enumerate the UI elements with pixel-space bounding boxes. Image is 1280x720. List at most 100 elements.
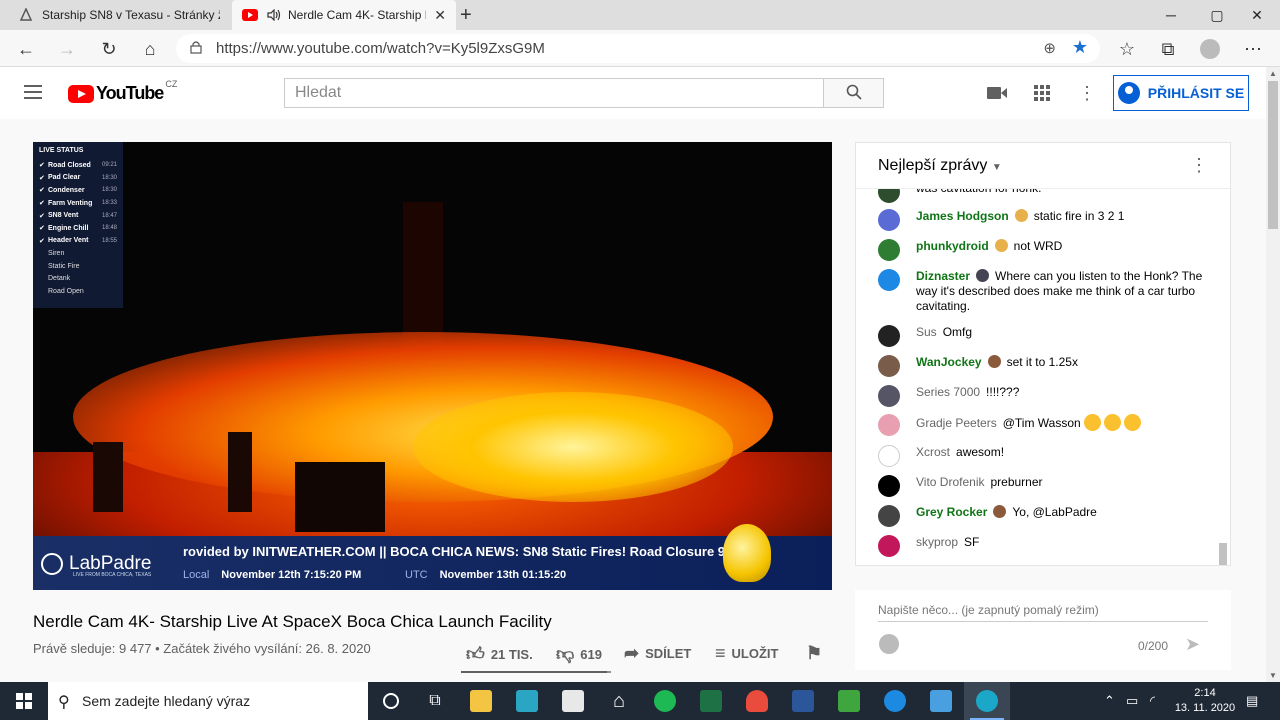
share-button[interactable]: ➦ SDÍLET xyxy=(624,643,691,664)
home-app-icon[interactable]: ⌂ xyxy=(596,682,642,720)
file-explorer-icon[interactable] xyxy=(458,682,504,720)
like-button[interactable]: 👍︎ 21 TIS. xyxy=(466,643,533,665)
author-name[interactable]: phunkydroid xyxy=(916,239,989,253)
chat-message[interactable]: Sus Omfg xyxy=(878,325,1208,347)
more-menu-icon[interactable]: ⋯ xyxy=(1240,36,1266,62)
back-icon[interactable]: ← xyxy=(13,36,39,62)
avatar[interactable] xyxy=(878,535,900,557)
chat-message[interactable]: skyprop SF xyxy=(878,535,1208,557)
avatar[interactable] xyxy=(878,505,900,527)
favorites-icon[interactable]: ☆ xyxy=(1114,36,1140,62)
home-icon[interactable]: ⌂ xyxy=(137,36,163,62)
address-bar[interactable]: https://www.youtube.com/watch?v=Ky5l9Zxs… xyxy=(176,34,1100,63)
cortana-icon[interactable] xyxy=(368,682,414,720)
chat-message[interactable]: Diznaster Where can you listen to the Hon… xyxy=(878,269,1208,314)
scroll-down-icon[interactable]: ▼ xyxy=(1269,671,1277,680)
avatar[interactable] xyxy=(878,355,900,377)
taskbar-search[interactable]: ⚲ Sem zadejte hledaný výraz xyxy=(48,682,368,720)
xbox-icon[interactable] xyxy=(826,682,872,720)
chat-message[interactable]: Vito Drofenik preburner xyxy=(878,475,1208,497)
avatar[interactable] xyxy=(878,325,900,347)
chat-message[interactable]: Series 7000!!!!??? xyxy=(878,385,1208,407)
mail-icon[interactable] xyxy=(918,682,964,720)
edge-icon[interactable] xyxy=(964,682,1010,720)
browser-tab[interactable]: Starship SN8 v Texasu - Stránky ž xyxy=(8,0,230,30)
avatar[interactable] xyxy=(878,209,900,231)
spotify-icon[interactable] xyxy=(642,682,688,720)
chat-mode-dropdown[interactable]: Nejlepší zprávy ▼ xyxy=(878,157,1002,175)
emoji-icon[interactable] xyxy=(879,634,899,654)
chat-menu-icon[interactable]: ⋮ xyxy=(1190,155,1208,176)
windows-start-icon[interactable] xyxy=(0,682,48,720)
new-tab-icon[interactable]: + xyxy=(460,4,472,27)
chat-scrollbar[interactable] xyxy=(1219,543,1227,565)
store-icon[interactable] xyxy=(550,682,596,720)
settings-kebab-icon[interactable]: ⋮ xyxy=(1075,83,1099,103)
send-icon[interactable]: ➤ xyxy=(1185,634,1200,655)
author-name[interactable]: WanJockey xyxy=(916,355,982,369)
author-name[interactable]: Diznaster xyxy=(916,269,970,283)
notifications-icon[interactable]: ▤ xyxy=(1246,682,1258,720)
youtube-logo[interactable]: YouTube CZ xyxy=(68,79,177,104)
author-name[interactable]: Xcrost xyxy=(916,445,950,459)
reload-icon[interactable]: ↻ xyxy=(96,36,122,62)
edge-legacy-icon[interactable] xyxy=(872,682,918,720)
page-scroll-thumb[interactable] xyxy=(1268,81,1278,229)
close-window-icon[interactable]: ✕ xyxy=(1234,0,1280,30)
chat-message[interactable]: Xcrost awesom! xyxy=(878,445,1208,467)
favorite-star-icon[interactable]: ★ xyxy=(1072,37,1088,58)
create-video-icon[interactable] xyxy=(985,83,1009,103)
excel-icon[interactable] xyxy=(688,682,734,720)
avatar[interactable] xyxy=(878,239,900,261)
video-player[interactable]: LIVE STATUS ✔ Road Closed 09:21 ✔ Pad Clear 1… xyxy=(33,142,832,590)
scroll-up-icon[interactable]: ▲ xyxy=(1269,69,1277,78)
photos-app-icon[interactable] xyxy=(504,682,550,720)
apps-grid-icon[interactable] xyxy=(1030,83,1054,103)
search-input[interactable]: Hledat xyxy=(284,78,824,108)
author-name[interactable]: skyprop xyxy=(916,535,958,549)
forward-icon[interactable]: → xyxy=(54,36,80,62)
minimize-icon[interactable]: ─ xyxy=(1148,0,1194,30)
report-button[interactable]: ⚑ xyxy=(806,643,828,664)
avatar[interactable] xyxy=(878,269,900,291)
page-scrollbar[interactable]: ▲ ▼ xyxy=(1266,67,1280,682)
sign-in-button[interactable]: PŘIHLÁSIT SE xyxy=(1113,75,1249,111)
menu-icon[interactable] xyxy=(24,85,42,103)
author-name[interactable]: Series 7000 xyxy=(916,385,980,399)
avatar[interactable] xyxy=(878,414,900,436)
author-name[interactable]: Vito Drofenik xyxy=(916,475,984,489)
browser-tab-active[interactable]: Nerdle Cam 4K- Starship Live ✕ xyxy=(232,0,456,30)
word-icon[interactable] xyxy=(780,682,826,720)
chat-input[interactable]: Napište něco... (je zapnutý pomalý režim… xyxy=(878,603,1099,617)
author-name[interactable]: Sus xyxy=(916,325,937,339)
chat-message[interactable]: was cavitation for honk. xyxy=(878,189,1208,203)
author-name[interactable]: James Hodgson xyxy=(916,209,1009,223)
dislike-button[interactable]: 👎︎ 619 xyxy=(556,643,602,665)
search-button[interactable] xyxy=(823,78,884,108)
paint-icon[interactable] xyxy=(734,682,780,720)
task-view-icon[interactable]: ⧉ xyxy=(412,682,458,720)
chat-message-list[interactable]: was cavitation for honk. James Hodgson sta… xyxy=(856,189,1230,565)
chat-message[interactable]: phunkydroid not WRD xyxy=(878,239,1208,261)
battery-icon[interactable]: ▭ xyxy=(1126,682,1138,720)
chat-message[interactable]: James Hodgson static fire in 3 2 1 xyxy=(878,209,1208,231)
chat-message[interactable]: Gradje Peeters @Tim Wasson xyxy=(878,414,1208,436)
avatar[interactable] xyxy=(878,445,900,467)
author-name[interactable]: Gradje Peeters xyxy=(916,416,997,430)
profile-icon[interactable] xyxy=(1197,36,1223,62)
input-underline xyxy=(878,621,1208,622)
close-tab-icon[interactable]: ✕ xyxy=(434,7,446,24)
audio-playing-icon[interactable] xyxy=(266,7,282,23)
wifi-icon[interactable]: ◜ xyxy=(1150,682,1155,720)
author-name[interactable]: Grey Rocker xyxy=(916,505,987,519)
chat-message[interactable]: WanJockey set it to 1.25x xyxy=(878,355,1208,377)
avatar[interactable] xyxy=(878,385,900,407)
collections-icon[interactable]: ⧉ xyxy=(1155,36,1181,62)
chat-message[interactable]: Grey Rocker Yo, @LabPadre xyxy=(878,505,1208,527)
avatar[interactable] xyxy=(878,475,900,497)
zoom-icon[interactable]: ⊕ xyxy=(1043,39,1056,57)
save-button[interactable]: ≡ ULOŽIT xyxy=(715,643,778,664)
tray-overflow-icon[interactable]: ⌃ xyxy=(1104,682,1115,720)
taskbar-clock[interactable]: 2:14 13. 11. 2020 xyxy=(1172,686,1238,716)
avatar[interactable] xyxy=(878,189,900,203)
